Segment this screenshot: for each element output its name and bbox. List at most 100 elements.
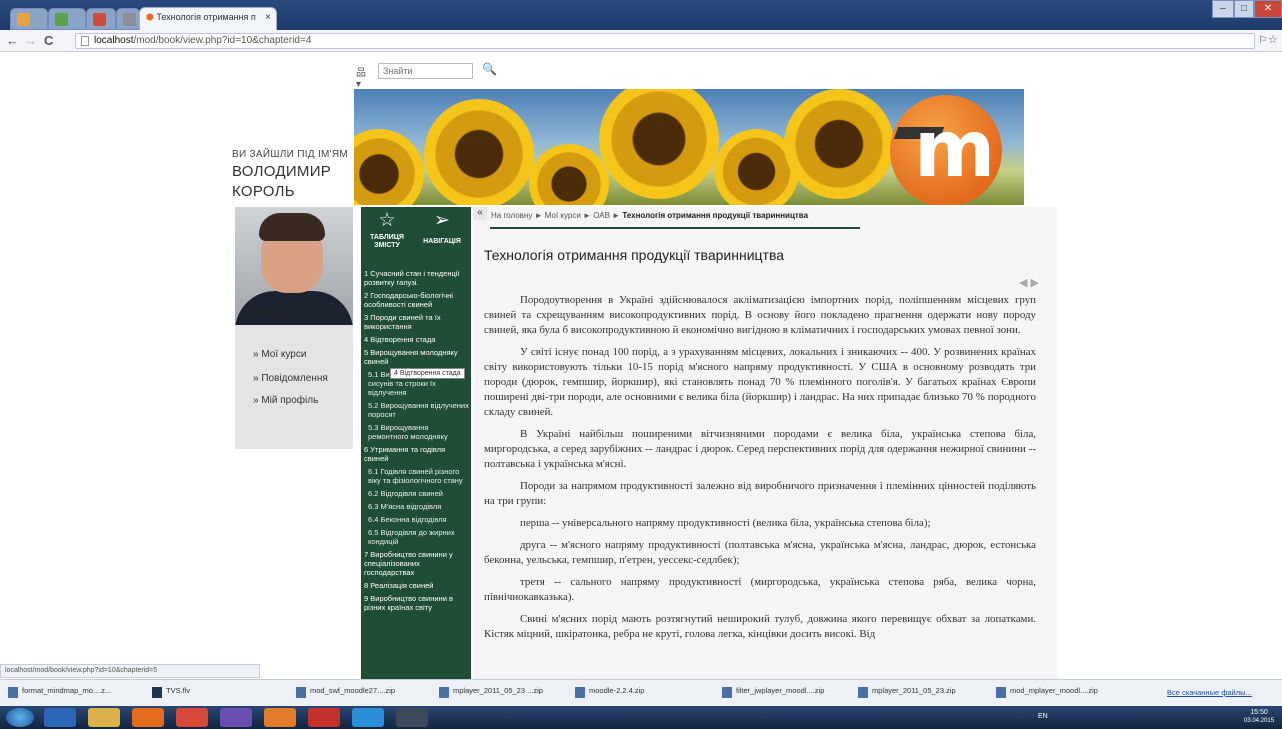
my-profile-link[interactable]: » Мій профіль — [253, 395, 318, 406]
navigation-label: НАВІГАЦІЯ — [423, 238, 461, 245]
download-item[interactable]: mplayer_2011_05_23.zip — [858, 686, 956, 701]
messages-link[interactable]: » Повідомлення — [253, 373, 328, 384]
toc-subitem[interactable]: 6.1 Годівля свиней різного віку та фізіо… — [364, 467, 469, 485]
browser-toolbar: ← → C localhost/mod/book/view.php?id=10&… — [0, 30, 1282, 52]
moodle-favicon-icon: ⬢ — [146, 12, 157, 22]
tab-favicon-icon — [123, 13, 136, 26]
breadcrumb-underline — [490, 227, 860, 229]
pinned-tab[interactable] — [48, 8, 86, 30]
search-menu-icon[interactable]: 品▾ — [356, 64, 366, 90]
bookmark-star-icon[interactable]: ☆ — [1268, 33, 1278, 48]
skype-taskbar-icon[interactable] — [352, 708, 384, 727]
toc-item[interactable]: 6 Утримання та годівля свиней — [364, 445, 469, 463]
back-button[interactable]: ← — [6, 33, 19, 48]
search-icon[interactable]: 🔍 — [482, 62, 497, 76]
user-first-name[interactable]: ВОЛОДИМИР — [232, 164, 352, 180]
app-taskbar-icon[interactable] — [396, 708, 428, 727]
toc-item[interactable]: 8 Реалізація свиней — [364, 581, 469, 590]
app-taskbar-icon[interactable] — [220, 708, 252, 727]
toc-item[interactable]: 3 Породи свиней та їх використання — [364, 313, 469, 331]
logout-link[interactable]: ВИХІД — [245, 305, 285, 319]
toc-item[interactable]: 9 Виробництво свинини в різних країнах с… — [364, 594, 469, 612]
search-input[interactable] — [378, 63, 473, 79]
collapse-toc-button[interactable]: « — [473, 207, 487, 220]
archive-file-icon — [858, 687, 868, 698]
media-taskbar-icon[interactable] — [132, 708, 164, 727]
pinned-tab[interactable] — [116, 8, 140, 30]
tab-favicon-icon — [55, 13, 68, 26]
close-tab-icon[interactable]: × — [265, 12, 271, 23]
chrome-taskbar-icon[interactable] — [176, 708, 208, 727]
breadcrumb-separator-icon: ► — [612, 211, 621, 220]
download-item[interactable]: filter_jwplayer_moodl....zip — [722, 686, 824, 701]
logged-in-label: ВИ ЗАЙШЛИ ПІД ІМ'ЯМ — [232, 149, 349, 160]
paragraph: Породоутворення в Україні здійснювалося … — [484, 294, 1036, 336]
minimize-window-button[interactable]: – — [1212, 0, 1234, 18]
download-item[interactable]: mplayer_2011_05_23 ...zip — [439, 686, 543, 701]
toc-item[interactable]: 2 Господарсько-біологічні особливості св… — [364, 291, 469, 309]
tab-navigation[interactable]: ➢ НАВІГАЦІЯ — [417, 211, 467, 246]
download-item[interactable]: TVS.flv — [152, 686, 190, 701]
forward-button[interactable]: → — [24, 33, 37, 48]
header-banner: m — [354, 89, 1024, 205]
paragraph: Свині м'ясних порід мають розтягнутий не… — [484, 613, 1036, 640]
paragraph: друга -- м'ясного напряму продуктивності… — [484, 539, 1036, 566]
active-browser-tab[interactable]: ⬢ Технологія отримання п × — [139, 7, 277, 30]
chapter-nav-arrows[interactable]: ◀ ▶ — [1019, 276, 1039, 289]
archive-file-icon — [996, 687, 1006, 698]
user-menu: » Мої курси » Повідомлення » Мій профіль — [235, 325, 353, 449]
archive-file-icon — [439, 687, 449, 698]
breadcrumb-courses[interactable]: Мої курси — [545, 211, 581, 220]
tab-contents[interactable]: ☆ ТАБЛИЦЯ ЗМІСТУ — [365, 211, 409, 250]
toc-item[interactable]: 1 Сучасний стан і тенденції розвитку гал… — [364, 269, 469, 287]
breadcrumb-home[interactable]: На головну — [491, 211, 532, 220]
user-last-name[interactable]: КОРОЛЬ — [232, 184, 352, 200]
star-icon: ☆ — [378, 210, 396, 231]
reload-button[interactable]: C — [44, 33, 53, 48]
tab-favicon-icon — [93, 13, 106, 26]
breadcrumb-course[interactable]: ОАВ — [593, 211, 610, 220]
toc-item-current[interactable]: 4 Відтворення стада — [364, 335, 469, 344]
pinned-tab[interactable] — [10, 8, 48, 30]
clock[interactable]: 15:50 03.04.2015 — [1244, 708, 1274, 726]
explorer-taskbar-icon[interactable] — [88, 708, 120, 727]
toc-subitem[interactable]: 6.5 Відгодівля до жирних кондицій — [364, 528, 469, 546]
ie-taskbar-icon[interactable] — [44, 708, 76, 727]
tab-title: Технологія отримання п — [156, 12, 256, 22]
archive-file-icon — [296, 687, 306, 698]
moodle-logo[interactable]: m — [890, 95, 1002, 205]
video-file-icon — [152, 687, 162, 698]
toc-item[interactable]: 7 Виробництво свинини у спеціалізованих … — [364, 550, 469, 577]
download-item[interactable]: format_mindmap_mo....z... — [8, 686, 111, 701]
download-item[interactable]: mod_swf_moodle27....zip — [296, 686, 395, 701]
toc-subitem[interactable]: 6.2 Відгодівля свиней — [364, 489, 469, 498]
browser-tab-strip: ⬢ Технологія отримання п × – □ ✕ — [0, 0, 1282, 30]
toc-subitem[interactable]: 5.2 Вирощування відлучених поросят — [364, 401, 469, 419]
app-taskbar-icon[interactable] — [308, 708, 340, 727]
language-indicator[interactable]: EN — [1038, 713, 1048, 720]
translate-icon[interactable]: ⚐ — [1258, 33, 1267, 48]
status-url-bubble: localhost/mod/book/view.php?id=10&chapte… — [0, 664, 260, 678]
show-all-downloads-link[interactable]: Все скачанные файлы... — [1167, 688, 1252, 697]
toc-subitem[interactable]: 6.3 М'ясна відгодівля — [364, 502, 469, 511]
web-page: 品▾ 🔍 m ВИ ЗАЙШЛИ ПІД ІМ'ЯМ ВОЛОДИМИР КОР… — [0, 52, 1282, 679]
download-item[interactable]: mod_mplayer_moodl....zip — [996, 686, 1098, 701]
system-tray: EN 15:50 03.04.2015 — [1036, 706, 1282, 729]
maximize-window-button[interactable]: □ — [1234, 0, 1254, 18]
toc-tooltip: 4 Відтворення стада — [390, 368, 465, 379]
address-bar[interactable]: localhost/mod/book/view.php?id=10&chapte… — [75, 33, 1255, 49]
app-taskbar-icon[interactable] — [264, 708, 296, 727]
start-button[interactable] — [6, 708, 34, 727]
toc-subitem[interactable]: 6.4 Беконна відгодівля — [364, 515, 469, 524]
pinned-tab[interactable] — [86, 8, 116, 30]
url-path: /mod/book/view.php?id=10&chapterid=4 — [133, 35, 312, 46]
my-courses-link[interactable]: » Мої курси — [253, 349, 306, 360]
url-host: localhost — [94, 35, 134, 46]
paragraph: Породи за напрямом продуктивності залежн… — [484, 480, 1036, 507]
archive-file-icon — [722, 687, 732, 698]
close-window-button[interactable]: ✕ — [1254, 0, 1282, 18]
toc-subitem[interactable]: 5.3 Вирощування ремонтного молодняку — [364, 423, 469, 441]
toc-item[interactable]: 5 Вирощування молодняку свиней — [364, 348, 469, 366]
download-item[interactable]: moodle-2.2.4.zip — [575, 686, 644, 701]
paragraph: третя -- сального напряму продуктивності… — [484, 576, 1036, 603]
